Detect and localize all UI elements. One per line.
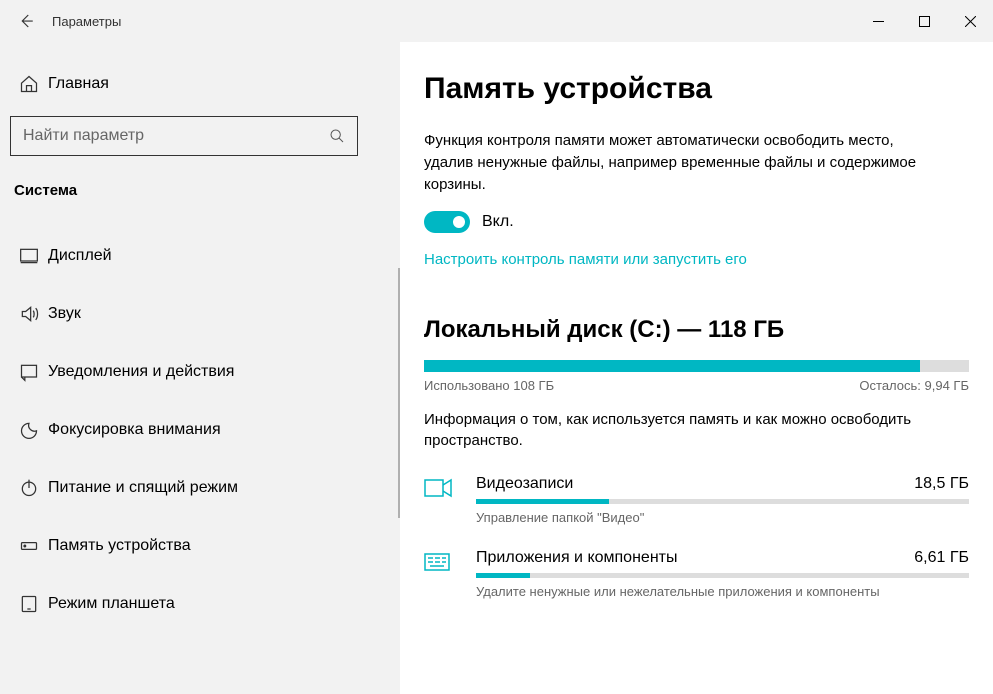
- category-header: Система: [0, 174, 400, 209]
- disk-used-label: Использовано 108 ГБ: [424, 378, 554, 393]
- sidebar-item-focus[interactable]: Фокусировка внимания: [0, 401, 400, 459]
- home-icon: [19, 74, 39, 94]
- search-input[interactable]: [10, 116, 358, 156]
- close-icon: [965, 16, 976, 27]
- nav-list: Дисплей Звук Уведомления и действия Фоку…: [0, 227, 400, 633]
- sound-icon: [19, 304, 39, 324]
- sidebar-item-label: Память устройства: [48, 537, 191, 555]
- disk-usage-fill: [424, 360, 920, 372]
- maximize-icon: [919, 16, 930, 27]
- storage-category-size: 6,61 ГБ: [914, 549, 969, 567]
- toggle-label: Вкл.: [482, 213, 514, 231]
- sidebar-item-label: Питание и спящий режим: [48, 479, 238, 497]
- minimize-button[interactable]: [855, 0, 901, 42]
- sidebar-item-sound[interactable]: Звук: [0, 285, 400, 343]
- power-icon: [19, 478, 39, 498]
- maximize-button[interactable]: [901, 0, 947, 42]
- display-icon: [19, 246, 39, 266]
- sidebar: Главная Система Дисплей Звук Уведомления…: [0, 42, 400, 694]
- tablet-icon: [19, 594, 39, 614]
- sidebar-item-label: Дисплей: [48, 247, 112, 265]
- notifications-icon: [19, 362, 39, 382]
- storage-category-bar: [476, 499, 969, 504]
- storage-category-apps[interactable]: Приложения и компоненты 6,61 ГБ Удалите …: [424, 549, 969, 599]
- storage-category-bar: [476, 573, 969, 578]
- sidebar-item-tablet[interactable]: Режим планшета: [0, 575, 400, 633]
- storage-sense-description: Функция контроля памяти может автоматиче…: [424, 130, 944, 195]
- storage-info-text: Информация о том, как используется памят…: [424, 409, 944, 451]
- apps-icon: [424, 551, 450, 573]
- back-arrow-icon: [17, 12, 35, 30]
- close-button[interactable]: [947, 0, 993, 42]
- main-content: Память устройства Функция контроля памят…: [400, 42, 993, 694]
- configure-storage-sense-link[interactable]: Настроить контроль памяти или запустить …: [424, 251, 969, 268]
- back-button[interactable]: [0, 0, 52, 42]
- sidebar-item-label: Фокусировка внимания: [48, 421, 221, 439]
- storage-category-hint: Управление папкой "Видео": [476, 510, 969, 525]
- home-link[interactable]: Главная: [0, 66, 400, 102]
- storage-category-name: Видеозаписи: [476, 475, 573, 493]
- storage-category-hint: Удалите ненужные или нежелательные прило…: [476, 584, 969, 599]
- sidebar-item-label: Режим планшета: [48, 595, 175, 613]
- sidebar-item-storage[interactable]: Память устройства: [0, 517, 400, 575]
- minimize-icon: [873, 16, 884, 27]
- search-field[interactable]: [23, 127, 329, 145]
- titlebar: Параметры: [0, 0, 993, 42]
- focus-icon: [19, 420, 39, 440]
- search-icon: [329, 128, 345, 144]
- sidebar-item-notifications[interactable]: Уведомления и действия: [0, 343, 400, 401]
- video-icon: [424, 477, 452, 499]
- disk-title: Локальный диск (C:) — 118 ГБ: [424, 316, 969, 344]
- sidebar-item-display[interactable]: Дисплей: [0, 227, 400, 285]
- window-title: Параметры: [52, 14, 855, 29]
- storage-category-size: 18,5 ГБ: [914, 475, 969, 493]
- sidebar-item-label: Звук: [48, 305, 81, 323]
- storage-category-name: Приложения и компоненты: [476, 549, 677, 567]
- disk-free-label: Осталось: 9,94 ГБ: [859, 378, 969, 393]
- sidebar-item-label: Уведомления и действия: [48, 363, 234, 381]
- page-title: Память устройства: [424, 72, 969, 106]
- storage-category-video[interactable]: Видеозаписи 18,5 ГБ Управление папкой "В…: [424, 475, 969, 525]
- toggle-knob: [453, 216, 465, 228]
- sidebar-item-power[interactable]: Питание и спящий режим: [0, 459, 400, 517]
- home-label: Главная: [48, 75, 109, 93]
- storage-sense-toggle-row: Вкл.: [424, 211, 969, 233]
- storage-icon: [19, 536, 39, 556]
- disk-usage-bar: [424, 360, 969, 372]
- storage-sense-toggle[interactable]: [424, 211, 470, 233]
